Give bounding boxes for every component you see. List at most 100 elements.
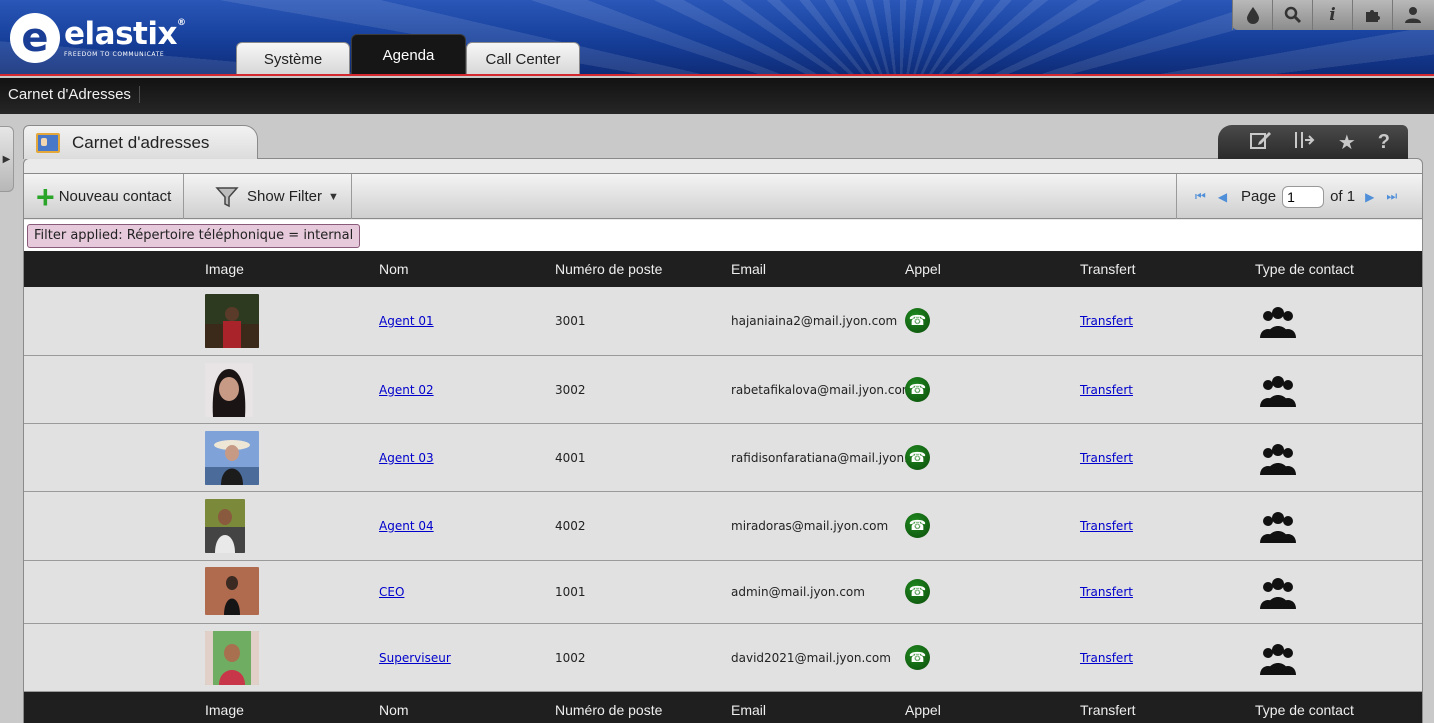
module-action-icons: ★ ? — [1218, 125, 1408, 159]
group-contact-icon — [1260, 578, 1296, 609]
contact-extension: 3002 — [555, 383, 586, 397]
table-row: Agent 01 3001 hajaniaina2@mail.jyon.com … — [24, 287, 1422, 356]
export-icon[interactable] — [1294, 130, 1316, 155]
tab-systeme[interactable]: Système — [236, 42, 350, 74]
contact-extension: 3001 — [555, 314, 586, 328]
submenu-item-carnet[interactable]: Carnet d'Adresses — [8, 86, 140, 103]
call-phone-icon[interactable]: ☎ — [905, 377, 930, 402]
contact-name-link[interactable]: Agent 04 — [379, 519, 434, 533]
contact-email: rafidisonfaratiana@mail.jyon.com — [731, 451, 907, 465]
address-book-icon — [36, 132, 60, 153]
col-header-transfert: Transfert — [1080, 261, 1136, 277]
contact-name-link[interactable]: Agent 01 — [379, 314, 434, 328]
contact-photo — [205, 294, 259, 348]
chevron-right-icon: ▶ — [2, 153, 11, 165]
table-header: Image Nom Numéro de poste Email Appel Tr… — [24, 251, 1422, 287]
top-header: e elastix® FREEDOM TO COMMUNICATE Systèm… — [0, 0, 1434, 76]
submenu-bar: Carnet d'Adresses — [0, 78, 1434, 114]
logo-mark: e — [10, 13, 60, 63]
elastix-logo[interactable]: e elastix® FREEDOM TO COMMUNICATE — [10, 8, 186, 68]
edit-icon[interactable] — [1249, 130, 1272, 155]
group-contact-icon — [1260, 644, 1296, 675]
col-header-type: Type de contact — [1255, 261, 1354, 277]
page-total-label: of 1 — [1330, 188, 1356, 205]
col-header-email: Email — [731, 261, 767, 277]
show-filter-button[interactable]: Show Filter ▼ — [203, 174, 352, 219]
call-phone-icon[interactable]: ☎ — [905, 579, 930, 604]
transfer-link[interactable]: Transfert — [1080, 651, 1133, 665]
tab-agenda[interactable]: Agenda — [351, 34, 466, 74]
contact-photo — [205, 567, 259, 615]
funnel-icon — [215, 186, 239, 207]
first-page-icon[interactable]: ⏮ — [1195, 189, 1206, 204]
group-contact-icon — [1260, 512, 1296, 543]
call-phone-icon[interactable]: ☎ — [905, 445, 930, 470]
help-icon[interactable]: ? — [1378, 131, 1390, 154]
plus-icon: + — [36, 178, 55, 215]
star-icon[interactable]: ★ — [1338, 130, 1356, 154]
transfer-link[interactable]: Transfert — [1080, 383, 1133, 397]
sidebar-toggle[interactable]: ▶ — [0, 126, 14, 192]
table-row: CEO 1001 admin@mail.jyon.com ☎ Transfert — [24, 561, 1422, 624]
contact-extension: 4001 — [555, 451, 586, 465]
new-contact-button[interactable]: + Nouveau contact — [24, 174, 185, 219]
contact-name-link[interactable]: Agent 02 — [379, 383, 434, 397]
puzzle-icon[interactable] — [1352, 0, 1392, 30]
transfer-link[interactable]: Transfert — [1080, 585, 1133, 599]
theme-drop-icon[interactable] — [1232, 0, 1272, 30]
contact-photo — [205, 363, 253, 417]
transfer-link[interactable]: Transfert — [1080, 314, 1133, 328]
col-header-nom: Nom — [379, 261, 409, 277]
call-phone-icon[interactable]: ☎ — [905, 513, 930, 538]
contact-email: admin@mail.jyon.com — [731, 585, 865, 599]
show-filter-label: Show Filter — [247, 188, 323, 205]
contact-extension: 1001 — [555, 585, 586, 599]
col-footer-image: Image — [205, 702, 244, 718]
contact-extension: 4002 — [555, 519, 586, 533]
call-phone-icon[interactable]: ☎ — [905, 308, 930, 333]
col-footer-appel: Appel — [905, 702, 941, 718]
contact-photo — [205, 631, 259, 685]
new-contact-label: Nouveau contact — [58, 188, 172, 205]
contact-email: miradoras@mail.jyon.com — [731, 519, 889, 533]
tab-call-center[interactable]: Call Center — [466, 42, 580, 74]
info-icon[interactable]: i — [1312, 0, 1352, 30]
call-phone-icon[interactable]: ☎ — [905, 645, 930, 670]
col-footer-transfert: Transfert — [1080, 702, 1136, 718]
last-page-icon[interactable]: ⏭ — [1386, 189, 1397, 204]
group-contact-icon — [1260, 444, 1296, 475]
table-footer-header: Image Nom Numéro de poste Email Appel Tr… — [24, 692, 1422, 723]
search-icon[interactable] — [1272, 0, 1312, 30]
page-number-input[interactable] — [1282, 185, 1325, 208]
transfer-link[interactable]: Transfert — [1080, 519, 1133, 533]
user-icon[interactable] — [1392, 0, 1432, 30]
table-row: Agent 03 4001 rafidisonfaratiana@mail.jy… — [24, 424, 1422, 492]
filter-bar: Filter applied: Répertoire téléphonique … — [24, 220, 1422, 251]
col-header-appel: Appel — [905, 261, 941, 277]
contact-photo — [205, 499, 245, 553]
module-title: Carnet d'adresses — [72, 132, 210, 152]
contact-name-link[interactable]: Agent 03 — [379, 451, 434, 465]
transfer-link[interactable]: Transfert — [1080, 451, 1133, 465]
table-row: Superviseur 1002 david2021@mail.jyon.com… — [24, 624, 1422, 692]
col-footer-type: Type de contact — [1255, 702, 1354, 718]
table-row: Agent 04 4002 miradoras@mail.jyon.com ☎ … — [24, 492, 1422, 561]
next-page-icon[interactable]: ▶ — [1365, 190, 1374, 204]
module-tab: Carnet d'adresses — [23, 125, 258, 159]
contact-photo — [205, 431, 259, 485]
contact-name-link[interactable]: Superviseur — [379, 651, 451, 665]
col-footer-nom: Nom — [379, 702, 409, 718]
filter-applied-chip[interactable]: Filter applied: Répertoire téléphonique … — [27, 224, 361, 248]
col-header-numero: Numéro de poste — [555, 261, 663, 277]
col-footer-email: Email — [731, 702, 767, 718]
contact-email: david2021@mail.jyon.com — [731, 651, 891, 665]
group-contact-icon — [1260, 376, 1296, 407]
contact-name-link[interactable]: CEO — [379, 585, 404, 599]
group-contact-icon — [1260, 307, 1296, 338]
caret-down-icon: ▼ — [328, 190, 339, 203]
prev-page-icon[interactable]: ◀ — [1218, 190, 1227, 204]
page-label: Page — [1241, 188, 1277, 205]
table-row: Agent 02 3002 rabetafikalova@mail.jyon.c… — [24, 356, 1422, 424]
col-header-image: Image — [205, 261, 244, 277]
contact-email: rabetafikalova@mail.jyon.com — [731, 383, 907, 397]
